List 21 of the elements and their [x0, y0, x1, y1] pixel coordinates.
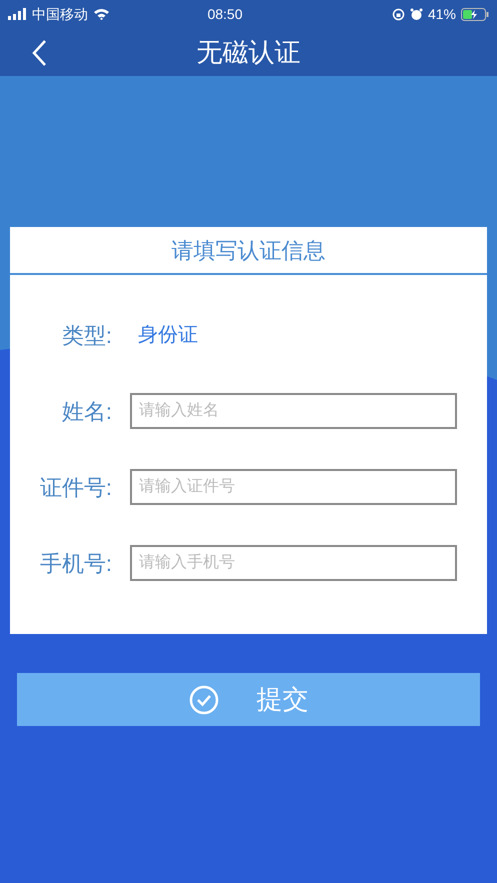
battery-icon: [461, 8, 489, 20]
back-icon: [31, 39, 47, 67]
page-title: 无磁认证: [196, 36, 300, 68]
submit-button[interactable]: 提交: [17, 673, 480, 726]
alarm-icon: [410, 8, 423, 20]
field-label: 证件号:: [38, 474, 112, 502]
input-field[interactable]: 请输入手机号: [130, 545, 457, 581]
form-title: 请填写认证信息: [172, 236, 326, 264]
carrier-name: 中国移动: [32, 4, 88, 24]
field-label: 类型:: [60, 322, 112, 350]
signal-icon: [8, 8, 28, 20]
input-field[interactable]: 请输入证件号: [130, 469, 457, 505]
clock-time: 08:50: [206, 4, 244, 24]
check-circle-icon: [188, 684, 218, 714]
field-label: 姓名:: [60, 398, 112, 426]
field-value: 身份证: [138, 323, 198, 348]
field-label: 手机号:: [38, 550, 112, 578]
battery-percent: 41%: [428, 4, 456, 24]
rotation-lock-icon: [392, 8, 405, 20]
input-field[interactable]: 请输入姓名: [130, 393, 457, 429]
wifi-icon: [93, 8, 110, 20]
